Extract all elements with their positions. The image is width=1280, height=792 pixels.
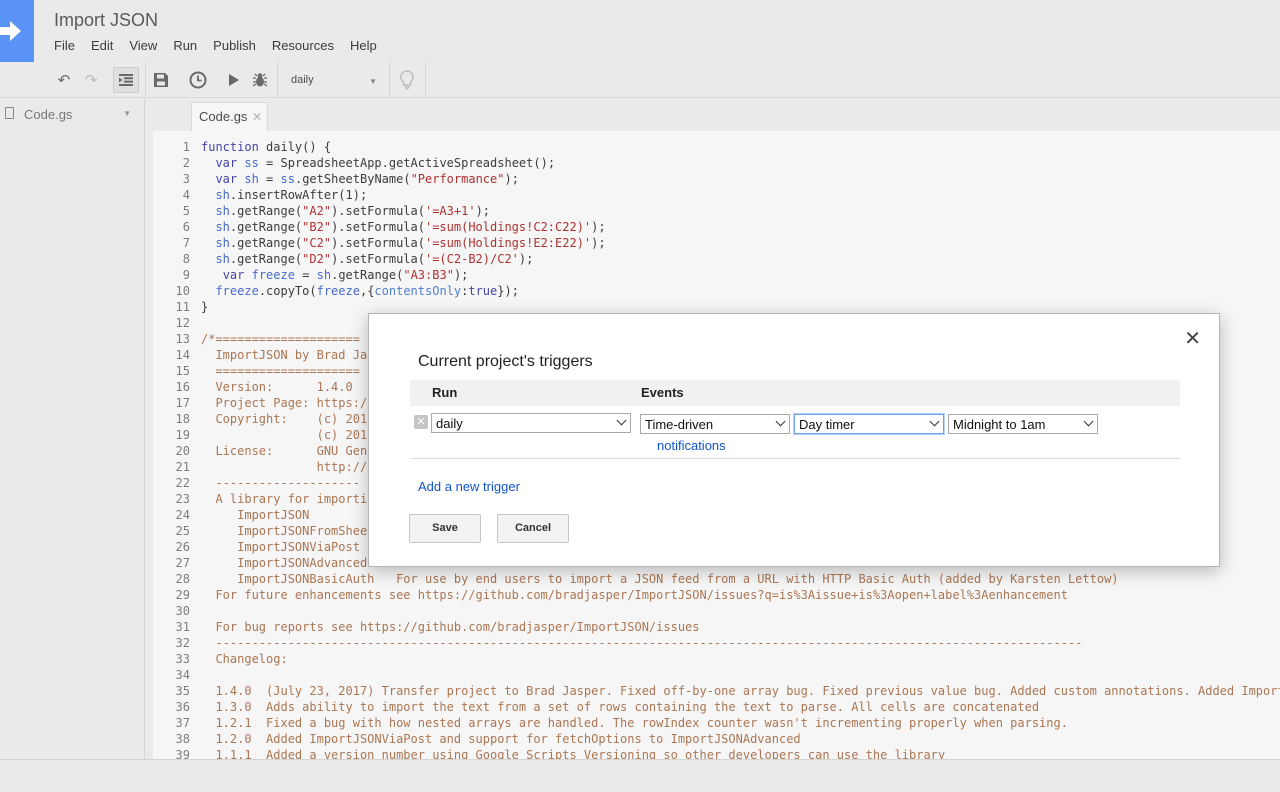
dialog-title: Current project's triggers bbox=[418, 353, 593, 370]
chevron-down-icon bbox=[1083, 416, 1094, 427]
apps-script-editor: Import JSON File Edit View Run Publish R… bbox=[0, 0, 1280, 792]
dialog-divider bbox=[410, 458, 1180, 459]
timer-type-value: Day timer bbox=[799, 417, 855, 432]
cancel-button[interactable]: Cancel bbox=[497, 514, 569, 543]
timer-type-select[interactable]: Day timer bbox=[794, 414, 944, 434]
column-header-run: Run bbox=[432, 385, 458, 400]
event-source-value: Time-driven bbox=[645, 417, 714, 432]
chevron-down-icon bbox=[616, 415, 627, 426]
time-of-day-select[interactable]: Midnight to 1am bbox=[948, 414, 1098, 434]
notifications-link[interactable]: notifications bbox=[657, 438, 726, 453]
column-header-events: Events bbox=[641, 385, 684, 400]
delete-trigger-icon[interactable]: ✕ bbox=[414, 415, 428, 429]
run-function-value: daily bbox=[436, 416, 463, 431]
add-trigger-link[interactable]: Add a new trigger bbox=[418, 479, 520, 494]
save-button[interactable]: Save bbox=[409, 514, 481, 543]
triggers-dialog: ✕ Current project's triggers Run Events … bbox=[368, 313, 1220, 567]
chevron-down-icon bbox=[775, 416, 786, 427]
time-of-day-value: Midnight to 1am bbox=[953, 417, 1046, 432]
event-source-select[interactable]: Time-driven bbox=[640, 414, 790, 434]
close-icon[interactable]: ✕ bbox=[1184, 326, 1201, 351]
chevron-down-icon bbox=[929, 416, 940, 427]
run-function-select[interactable]: daily bbox=[431, 413, 631, 433]
triggers-table-header: Run Events bbox=[410, 380, 1180, 406]
